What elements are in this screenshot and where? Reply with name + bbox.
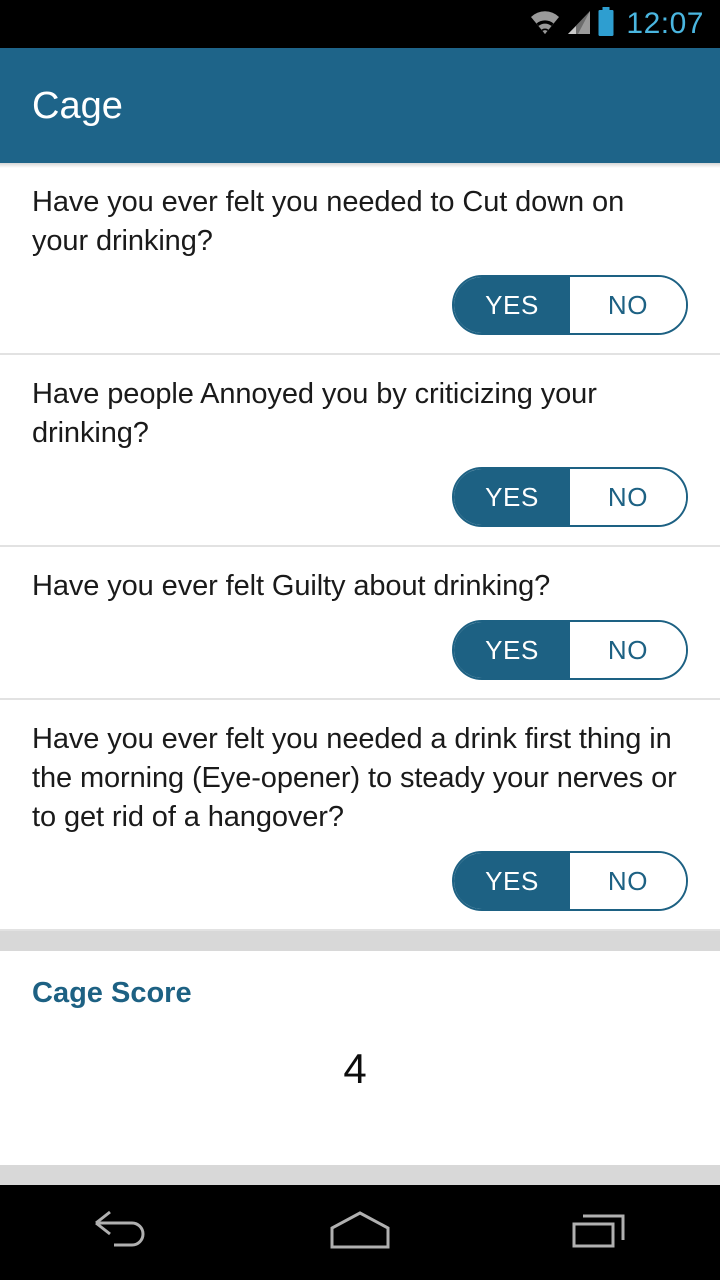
question-row: Have you ever felt you needed a drink fi… bbox=[0, 700, 720, 931]
question-text: Have you ever felt you needed a drink fi… bbox=[32, 723, 677, 833]
questionnaire-content: Have you ever felt you needed to Cut dow… bbox=[0, 163, 720, 1185]
no-option[interactable]: NO bbox=[570, 622, 686, 678]
yes-option[interactable]: YES bbox=[454, 277, 570, 333]
score-value: 4 bbox=[343, 1045, 367, 1092]
question-text: Have people Annoyed you by criticizing y… bbox=[32, 378, 597, 449]
system-navigation-bar bbox=[0, 1185, 720, 1280]
answer-toggle-wrap: YES NO bbox=[32, 851, 688, 911]
back-icon bbox=[86, 1209, 154, 1256]
app-bar: Cage bbox=[0, 48, 720, 168]
section-separator-top bbox=[0, 931, 720, 951]
status-bar-clock: 12:07 bbox=[626, 7, 704, 40]
recents-button[interactable] bbox=[530, 1185, 670, 1280]
home-button[interactable] bbox=[290, 1185, 430, 1280]
yes-no-toggle[interactable]: YES NO bbox=[452, 275, 688, 335]
yes-option[interactable]: YES bbox=[454, 853, 570, 909]
question-row: Have you ever felt Guilty about drinking… bbox=[0, 547, 720, 700]
cellular-signal-icon bbox=[566, 8, 592, 41]
yes-no-toggle[interactable]: YES NO bbox=[452, 620, 688, 680]
answer-toggle-wrap: YES NO bbox=[32, 467, 688, 527]
yes-no-toggle[interactable]: YES NO bbox=[452, 851, 688, 911]
status-bar-icons bbox=[528, 6, 616, 42]
home-icon bbox=[324, 1209, 396, 1256]
battery-icon bbox=[596, 6, 616, 42]
question-row: Have you ever felt you needed to Cut dow… bbox=[0, 163, 720, 355]
yes-no-toggle[interactable]: YES NO bbox=[452, 467, 688, 527]
yes-option[interactable]: YES bbox=[454, 469, 570, 525]
answer-toggle-wrap: YES NO bbox=[32, 275, 688, 335]
answer-toggle-wrap: YES NO bbox=[32, 620, 688, 680]
no-option[interactable]: NO bbox=[570, 469, 686, 525]
question-text: Have you ever felt Guilty about drinking… bbox=[32, 570, 551, 602]
no-option[interactable]: NO bbox=[570, 853, 686, 909]
wifi-icon bbox=[528, 8, 562, 41]
back-button[interactable] bbox=[50, 1185, 190, 1280]
section-separator-bottom bbox=[0, 1165, 720, 1185]
app-screen: 12:07 Cage Have you ever felt you needed… bbox=[0, 0, 720, 1280]
yes-option[interactable]: YES bbox=[454, 622, 570, 678]
question-row: Have people Annoyed you by criticizing y… bbox=[0, 355, 720, 547]
score-section: Cage Score 4 bbox=[0, 951, 720, 1165]
page-title: Cage bbox=[32, 84, 123, 127]
question-text: Have you ever felt you needed to Cut dow… bbox=[32, 186, 625, 257]
score-label: Cage Score bbox=[32, 977, 192, 1009]
recents-icon bbox=[569, 1209, 631, 1256]
no-option[interactable]: NO bbox=[570, 277, 686, 333]
status-bar: 12:07 bbox=[0, 0, 720, 48]
